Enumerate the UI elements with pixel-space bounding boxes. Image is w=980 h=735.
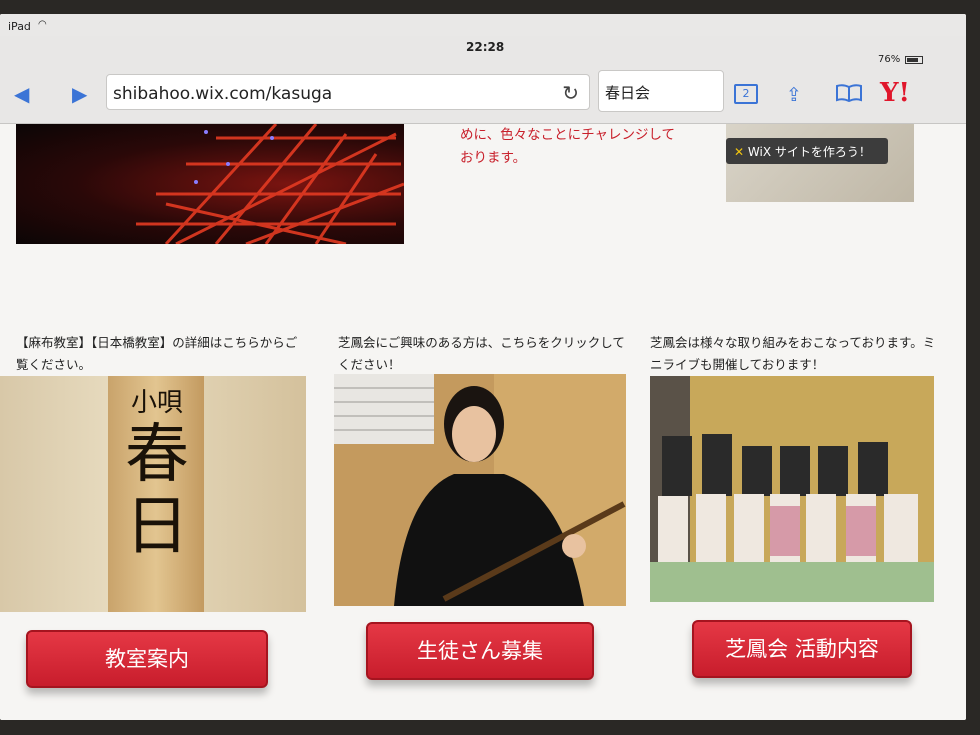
sign-big-text-1: 春 [125,418,189,492]
device-label: iPad [8,20,31,33]
sign-small-text: 小唄 [130,388,183,418]
tabs-icon[interactable]: 2 [734,84,758,104]
search-text: 春日会 [605,84,651,102]
caption-students: 芝鳳会にご興味のある方は、こちらをクリックしてください！ [338,335,625,372]
wix-badge[interactable]: ✕ WiX サイトを作ろう！ [726,138,888,164]
classroom-info-button[interactable]: 教室案内 [26,630,268,688]
activities-button[interactable]: 芝鳳会 活動内容 [692,620,912,678]
status-bar: iPad ◠ [0,14,966,36]
ipad-screen: iPad ◠ ◀ ▶ shibahoo.wix.com/kasuga ↻ 春日会… [0,14,966,720]
caption-activities: 芝鳳会は様々な取り組みをおこなっております。ミニライブも開催しております！ [650,335,936,372]
shamisen-player-photo[interactable] [334,374,626,606]
intro-line-2: おります。 [460,150,527,166]
wifi-icon: ◠ [38,19,47,30]
forward-arrow-icon[interactable]: ▶ [72,82,87,106]
wix-thumbnail: ✕ WiX サイトを作ろう！ [726,124,914,202]
student-recruit-button[interactable]: 生徒さん募集 [366,622,594,680]
back-arrow-icon[interactable]: ◀ [14,82,29,106]
battery-icon [905,56,923,64]
kasuga-sign-photo[interactable]: 小唄 春 日 [0,376,306,612]
search-input[interactable]: 春日会 [598,70,724,112]
sign-kanji: 小唄 春 日 [112,382,202,563]
group-photo[interactable] [650,376,934,602]
reload-icon[interactable]: ↻ [562,81,579,105]
sign-big-text-2: 日 [125,490,189,564]
intro-text: めに、色々なことにチャレンジして おります。 [460,124,710,170]
wix-x-icon: ✕ [734,145,745,159]
wix-badge-label: WiX サイトを作ろう！ [747,145,871,159]
battery-level: 76% [878,54,901,65]
caption-classroom: 【麻布教室】【日本橋教室】の詳細はこちらからご覧ください。 [16,335,298,372]
yahoo-logo[interactable]: Y! [880,78,910,108]
bookmarks-icon[interactable] [836,84,862,107]
url-text: shibahoo.wix.com/kasuga [113,84,333,104]
intro-line-1: めに、色々なことにチャレンジして [460,127,676,143]
address-bar[interactable]: shibahoo.wix.com/kasuga ↻ [106,74,590,110]
page-content: めに、色々なことにチャレンジして おります。 ✕ WiX サイトを作ろう！ 【麻… [0,124,966,720]
clock: 22:28 [466,40,505,54]
share-icon[interactable]: ⇪ [786,84,802,106]
tokyo-tower-image [16,124,404,244]
